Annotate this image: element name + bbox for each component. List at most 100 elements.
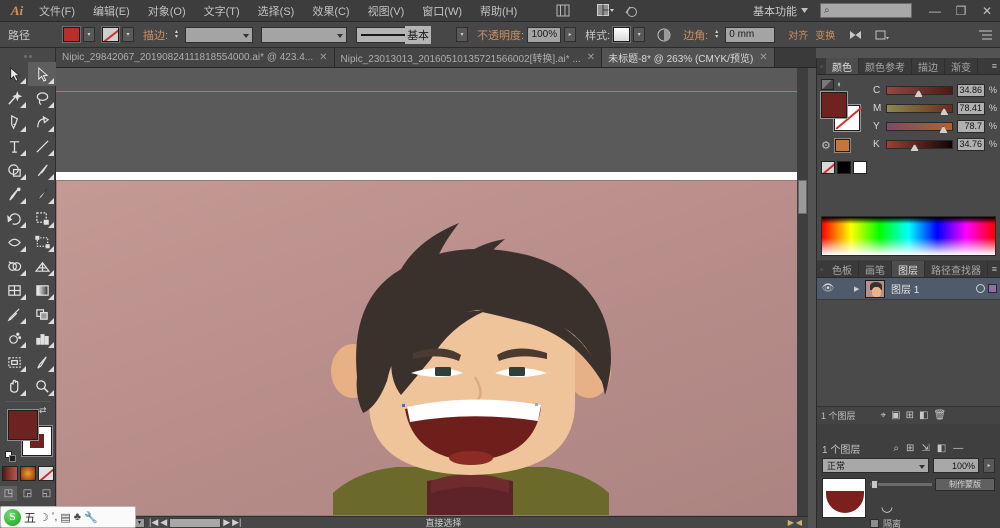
panel-grip[interactable]: ◦ bbox=[817, 261, 826, 277]
panel-grip[interactable]: ◦ bbox=[817, 58, 826, 74]
gradient-mode-button[interactable] bbox=[19, 466, 36, 481]
rectangle-tool[interactable] bbox=[0, 158, 28, 182]
color-mode-button[interactable] bbox=[1, 466, 18, 481]
toolbox-grip[interactable] bbox=[0, 52, 55, 60]
blend-tool[interactable] bbox=[28, 302, 56, 326]
color-ramp-icon[interactable]: ◐ bbox=[837, 79, 850, 90]
panel-tab-pathfinder[interactable]: 路径查找器 bbox=[925, 261, 988, 277]
magic-wand-tool[interactable] bbox=[0, 86, 28, 110]
pen-tool[interactable] bbox=[0, 110, 28, 134]
direct-selection-tool[interactable] bbox=[28, 62, 56, 86]
menu-type[interactable]: 文字(T) bbox=[195, 0, 249, 22]
object-thumbnail[interactable] bbox=[822, 478, 866, 518]
align-icon[interactable]: ⊞ bbox=[906, 443, 914, 454]
channel-value-y[interactable]: 78.7 bbox=[957, 119, 985, 133]
opacity-label[interactable]: 不透明度: bbox=[477, 27, 524, 43]
blend-mode-dropdown[interactable]: 正常 bbox=[822, 458, 929, 473]
search-input[interactable]: ⌕ bbox=[820, 3, 912, 18]
artboard-number-field[interactable] bbox=[169, 517, 222, 528]
panel-tab-color-guide[interactable]: 颜色参考 bbox=[859, 58, 912, 74]
gear-icon[interactable]: ⚙ bbox=[821, 139, 831, 152]
channel-value-k[interactable]: 34.76 bbox=[957, 137, 985, 151]
channel-value-c[interactable]: 34.86 bbox=[957, 83, 985, 97]
opacity-dropdown-arrow[interactable]: ▸ bbox=[983, 458, 995, 473]
fill-dropdown-arrow[interactable]: ▾ bbox=[83, 27, 95, 42]
menu-select[interactable]: 选择(S) bbox=[249, 0, 304, 22]
panel-menu-icon[interactable]: ≡ bbox=[992, 61, 997, 71]
stroke-dropdown-arrow[interactable]: ▾ bbox=[122, 27, 134, 42]
menu-effect[interactable]: 效果(C) bbox=[303, 0, 358, 22]
ime-punctuation-icon[interactable]: ʻ, bbox=[52, 511, 58, 523]
panel-tab-swatches[interactable]: 色板 bbox=[826, 261, 859, 277]
ime-mode-label[interactable]: 五 bbox=[24, 509, 36, 526]
fill-swatch-large[interactable] bbox=[8, 410, 38, 440]
align-label[interactable]: 对齐 bbox=[788, 27, 808, 43]
sogou-logo-icon[interactable]: S bbox=[4, 508, 21, 526]
recolor-artwork-icon[interactable] bbox=[655, 26, 673, 44]
pathfinder-icon[interactable]: ◧ bbox=[937, 443, 946, 454]
panel-menu-icon[interactable]: ≡ bbox=[992, 264, 997, 274]
stroke-weight-field[interactable] bbox=[185, 26, 254, 43]
blob-brush-tool[interactable] bbox=[28, 182, 56, 206]
menu-help[interactable]: 帮助(H) bbox=[471, 0, 526, 22]
close-icon[interactable]: ✕ bbox=[759, 52, 767, 63]
color-fill-swatch[interactable] bbox=[821, 92, 847, 118]
transparency-opacity-field[interactable]: 100% bbox=[933, 458, 979, 473]
slider-y[interactable] bbox=[886, 121, 953, 134]
black-swatch-icon[interactable] bbox=[837, 161, 851, 174]
visibility-icon[interactable]: 👁 bbox=[820, 283, 836, 294]
restore-button[interactable]: ❐ bbox=[948, 1, 974, 21]
shape-options-icon[interactable] bbox=[846, 26, 864, 44]
create-new-layer-icon[interactable]: ◧ bbox=[919, 410, 928, 421]
artboard[interactable] bbox=[56, 180, 806, 516]
fill-color-swatch[interactable] bbox=[63, 27, 80, 42]
ime-keyboard-icon[interactable]: ▤ bbox=[60, 511, 70, 524]
clip-checkbox-row[interactable]: 隔离 bbox=[870, 517, 995, 528]
line-segment-tool[interactable] bbox=[28, 134, 56, 158]
minimize-button[interactable]: — bbox=[922, 1, 948, 21]
stroke-weight-label[interactable]: 描边: bbox=[143, 27, 168, 43]
transform-icon[interactable]: ⇲ bbox=[921, 443, 929, 454]
draw-normal-button[interactable]: ◳ bbox=[0, 486, 17, 501]
stroke-basic-arrow[interactable]: ▾ bbox=[456, 27, 469, 42]
mesh-tool[interactable] bbox=[0, 278, 28, 302]
panel-tab-color[interactable]: 颜色 bbox=[826, 58, 859, 74]
none-mode-button[interactable] bbox=[37, 466, 54, 481]
rotate-tool[interactable] bbox=[0, 206, 28, 230]
menu-file[interactable]: 文件(F) bbox=[30, 0, 84, 22]
last-artboard-icon[interactable]: ▶| bbox=[232, 517, 241, 528]
channel-value-m[interactable]: 78.41 bbox=[957, 101, 985, 115]
menu-object[interactable]: 对象(O) bbox=[139, 0, 195, 22]
workspace-switcher[interactable]: 基本功能 bbox=[747, 1, 814, 21]
make-mask-button[interactable]: 制作蒙版 bbox=[935, 478, 995, 491]
perspective-grid-tool[interactable] bbox=[28, 254, 56, 278]
collapse-icon[interactable]: — bbox=[953, 443, 963, 454]
vertical-scrollbar[interactable] bbox=[797, 68, 808, 516]
canvas-area[interactable] bbox=[56, 68, 808, 516]
draw-behind-button[interactable]: ◲ bbox=[19, 486, 36, 501]
mask-thumbnail-icon[interactable]: ◡ bbox=[870, 495, 904, 517]
shape-builder-tool[interactable] bbox=[0, 254, 28, 278]
style-dropdown-arrow[interactable]: ▾ bbox=[633, 27, 646, 42]
opacity-field[interactable]: 100% bbox=[527, 26, 562, 43]
status-next-icon[interactable]: ▶ bbox=[788, 518, 794, 527]
make-clipping-mask-icon[interactable]: ▣ bbox=[891, 410, 900, 421]
opacity-dropdown-arrow[interactable]: ▸ bbox=[564, 27, 577, 42]
clip-checkbox[interactable] bbox=[870, 519, 879, 528]
fill-stroke-proxy-icon[interactable] bbox=[821, 79, 834, 90]
locate-object-icon[interactable]: ⌖ bbox=[881, 410, 887, 421]
default-fill-stroke-icon[interactable] bbox=[5, 451, 17, 463]
close-icon[interactable]: ✕ bbox=[319, 52, 327, 63]
stroke-weight-stepper[interactable]: ▴ ▾ bbox=[171, 27, 182, 43]
gradient-tool[interactable] bbox=[28, 278, 56, 302]
panel-menu-icon[interactable] bbox=[976, 26, 994, 44]
hand-tool[interactable] bbox=[0, 374, 28, 398]
corner-offset-field[interactable]: 0 mm bbox=[725, 26, 776, 43]
type-tool[interactable] bbox=[0, 134, 28, 158]
layers-list[interactable]: 👁 ▶ 图层 1 bbox=[817, 278, 1000, 406]
zoom-tool[interactable] bbox=[28, 374, 56, 398]
draw-inside-button[interactable]: ◱ bbox=[38, 486, 55, 501]
none-swatch-icon[interactable] bbox=[821, 161, 835, 174]
first-artboard-icon[interactable]: |◀ bbox=[149, 517, 158, 528]
color-spectrum-bar[interactable] bbox=[821, 216, 996, 256]
